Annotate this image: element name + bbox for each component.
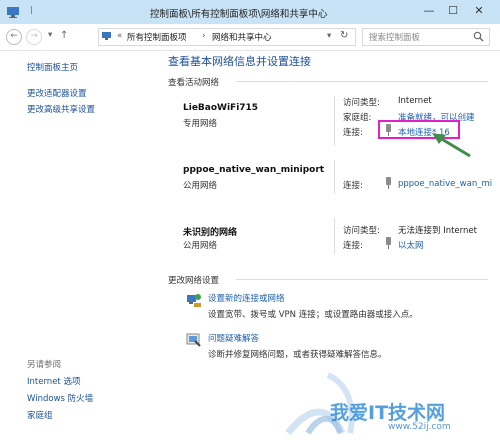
column-divider bbox=[334, 96, 335, 146]
wifi-adapter-icon bbox=[386, 124, 391, 136]
navigation-bar: ← → ▾ ↑ « 所有控制面板项 › 网络和共享中心 ▾ ↻ 搜索控制面板 bbox=[0, 24, 500, 51]
task-new-connection[interactable]: 设置新的连接或网络 bbox=[208, 292, 285, 304]
access-type-value: Internet bbox=[398, 96, 432, 106]
network-type: 公用网络 bbox=[183, 181, 218, 191]
breadcrumb-separator: › bbox=[202, 31, 206, 41]
annotation-arrow-icon bbox=[432, 133, 471, 158]
access-type-label: 访问类型: bbox=[343, 226, 380, 236]
see-also-internet-options[interactable]: Internet 选项 bbox=[27, 375, 80, 387]
window-title: 控制面板\所有控制面板项\网络和共享中心 bbox=[150, 9, 328, 20]
task-description: 设置宽带、拨号或 VPN 连接；或设置路由器或接入点。 bbox=[208, 310, 418, 320]
network-type: 公用网络 bbox=[183, 241, 218, 251]
column-divider bbox=[334, 160, 335, 194]
search-icon[interactable] bbox=[473, 31, 484, 42]
column-divider bbox=[334, 218, 335, 254]
watermark-text: 我爱IT技术网 bbox=[330, 402, 446, 424]
network-icon bbox=[102, 32, 111, 40]
access-type-label: 访问类型: bbox=[343, 98, 380, 108]
new-connection-icon bbox=[187, 294, 201, 307]
connection-label: 连接: bbox=[343, 181, 363, 191]
section-divider bbox=[236, 81, 488, 82]
title-bar: 控制面板\所有控制面板项\网络和共享中心 — ☐ ✕ bbox=[0, 0, 500, 25]
see-also-windows-firewall[interactable]: Windows 防火墙 bbox=[27, 392, 93, 404]
sidebar-item-control-panel-home[interactable]: 控制面板主页 bbox=[27, 61, 78, 73]
active-networks-heading: 查看活动网络 bbox=[168, 78, 220, 88]
sidebar-item-advanced-sharing[interactable]: 更改高级共享设置 bbox=[27, 103, 95, 115]
search-input[interactable]: 搜索控制面板 bbox=[369, 31, 420, 43]
section-divider bbox=[236, 279, 488, 280]
search-box[interactable]: 搜索控制面板 bbox=[362, 28, 490, 46]
page-title: 查看基本网络信息并设置连接 bbox=[168, 55, 311, 68]
network-name: LieBaoWiFi715 bbox=[183, 103, 259, 113]
network-window-icon bbox=[7, 7, 19, 18]
forward-button[interactable]: → bbox=[26, 29, 42, 45]
adapter-icon bbox=[386, 177, 391, 189]
task-troubleshoot[interactable]: 问题疑难解答 bbox=[208, 332, 259, 344]
up-button[interactable]: ↑ bbox=[60, 30, 68, 41]
address-bar[interactable]: « 所有控制面板项 › 网络和共享中心 ▾ ↻ bbox=[98, 28, 356, 46]
network-name: 未识别的网络 bbox=[183, 228, 238, 238]
back-button[interactable]: ← bbox=[6, 29, 22, 45]
network-name: pppoe_native_wan_miniport bbox=[183, 165, 325, 175]
see-also-homegroup[interactable]: 家庭组 bbox=[27, 409, 53, 421]
connection-link-pppoe[interactable]: pppoe_native_wan_mi bbox=[398, 179, 492, 189]
title-separator bbox=[23, 6, 32, 14]
troubleshoot-icon bbox=[186, 333, 201, 347]
connection-link-ethernet[interactable]: 以太网 bbox=[398, 239, 424, 251]
breadcrumb-overflow[interactable]: « bbox=[117, 31, 122, 41]
address-dropdown[interactable]: ▾ bbox=[327, 31, 331, 41]
network-type: 专用网络 bbox=[183, 119, 218, 129]
watermark-url: www.52ij.com bbox=[388, 422, 451, 432]
breadcrumb-all-items[interactable]: 所有控制面板项 bbox=[127, 31, 187, 43]
recent-locations-dropdown[interactable]: ▾ bbox=[48, 30, 52, 40]
minimize-button[interactable]: — bbox=[420, 3, 438, 19]
connection-label: 连接: bbox=[343, 128, 363, 138]
change-settings-heading: 更改网络设置 bbox=[168, 276, 220, 286]
homegroup-label: 家庭组: bbox=[343, 113, 372, 123]
ethernet-adapter-icon bbox=[386, 237, 391, 249]
close-button[interactable]: ✕ bbox=[470, 3, 488, 19]
see-also-heading: 另请参阅 bbox=[27, 360, 62, 370]
sidebar-item-adapter-settings[interactable]: 更改适配器设置 bbox=[27, 87, 87, 99]
refresh-button[interactable]: ↻ bbox=[340, 30, 348, 41]
breadcrumb-network-center[interactable]: 网络和共享中心 bbox=[212, 31, 272, 43]
access-type-value: 无法连接到 Internet bbox=[398, 226, 477, 236]
connection-label: 连接: bbox=[343, 241, 363, 251]
maximize-button[interactable]: ☐ bbox=[444, 3, 462, 19]
